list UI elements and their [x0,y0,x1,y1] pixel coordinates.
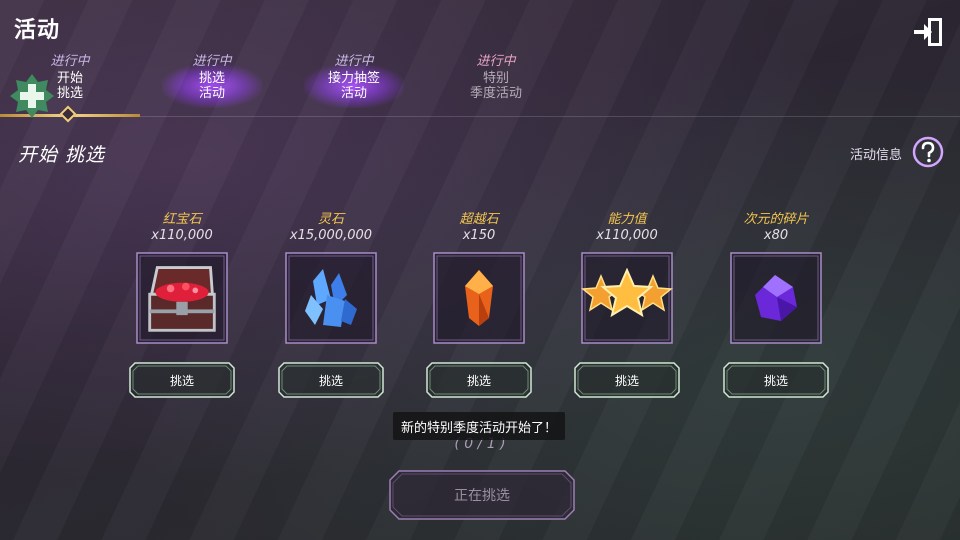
reward-icon-frame[interactable] [433,252,525,344]
reward-quantity: x110,000 [596,228,658,243]
pick-button[interactable]: 挑选 [723,362,829,398]
tab-label: 接力抽签 活动 [327,71,380,101]
reward-quantity: x110,000 [151,228,213,243]
event-info-label[interactable]: 活动信息 [850,144,902,163]
notification-toast: 新的特别季度活动开始了！ [393,412,566,440]
reward-name: 灵石 [317,212,344,227]
picking-button[interactable]: 正在挑选 [389,470,575,520]
tab-special-season-event[interactable]: 进行中 特别 季度活动 [436,50,556,101]
tab-divider [0,116,960,117]
page-title: 活动 [14,18,61,43]
exit-icon [914,18,942,46]
reward-ability-points: 能力值 x110,000 挑选 [557,208,697,398]
help-icon [912,136,944,168]
reward-name: 能力值 [607,212,647,227]
reward-icon-frame[interactable] [581,252,673,344]
reward-ruby: 红宝石 x110,000 挑选 [112,208,252,398]
pick-button[interactable]: 挑选 [574,362,680,398]
purple-shard-icon [755,275,797,321]
tab-status: 进行中 [476,54,516,69]
pick-button-label: 挑选 [169,373,194,388]
tab-status: 进行中 [192,54,232,69]
reward-name: 红宝石 [162,212,202,227]
reward-name: 超越石 [459,212,499,227]
section-title: 开始 挑选 [18,144,106,166]
reward-quantity: x150 [462,228,496,243]
reward-spirit-stone: 灵石 x15,000,000 挑选 [261,208,401,398]
pick-button[interactable]: 挑选 [278,362,384,398]
tab-status: 进行中 [50,54,90,69]
reward-dimension-shard: 次元的碎片 x80 挑选 [706,208,846,398]
pick-button[interactable]: 挑选 [129,362,235,398]
active-tab-notch [59,105,77,123]
orange-gem-icon [465,270,493,326]
gold-stars-icon [581,268,673,318]
reward-icon-frame[interactable] [730,252,822,344]
picking-button-label: 正在挑选 [454,488,510,504]
pick-button-label: 挑选 [763,373,788,388]
pick-button-label: 挑选 [466,373,491,388]
blue-crystal-icon [305,269,357,327]
reward-quantity: x80 [763,228,789,243]
treasure-chest-icon [148,266,216,332]
tab-label: 特别 季度活动 [469,71,522,101]
reward-transcend-stone: 超越石 x150 挑选 [409,208,549,398]
reward-icon-frame[interactable] [285,252,377,344]
tab-pick-event[interactable]: 进行中 挑选 活动 [152,50,272,108]
tab-label: 挑选 活动 [198,71,225,101]
tab-status: 进行中 [334,54,374,69]
event-info-button[interactable] [912,136,944,168]
tab-relay-draw-event[interactable]: 进行中 接力抽签 活动 [294,50,414,108]
exit-button[interactable] [910,14,946,50]
reward-icon-frame[interactable] [136,252,228,344]
pick-button-label: 挑选 [318,373,343,388]
event-tab-bar: 进行中 开始 挑选 进行中 挑选 活动 进行中 接力抽签 活动 进行中 特别 季度活动 [0,50,960,123]
pick-button-label: 挑选 [614,373,639,388]
reward-name: 次元的碎片 [743,212,809,227]
reward-quantity: x15,000,000 [289,228,373,243]
pick-button[interactable]: 挑选 [426,362,532,398]
tab-start-pick[interactable]: 进行中 开始 挑选 [10,50,130,101]
tab-label: 开始 挑选 [56,71,83,101]
